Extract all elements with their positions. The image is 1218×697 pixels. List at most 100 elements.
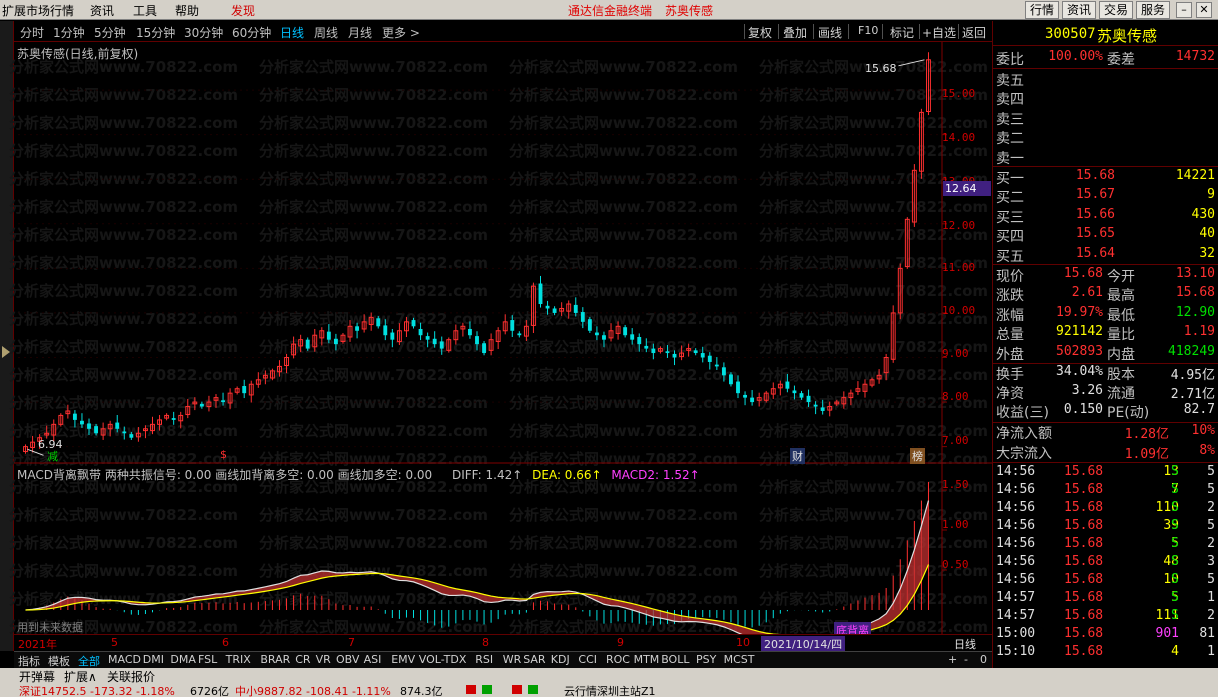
indicator-tab[interactable]: MCST xyxy=(724,653,755,666)
indicator-tab[interactable]: 全部 xyxy=(78,653,100,669)
indicator-tab[interactable]: OBV xyxy=(336,653,359,666)
indicator-tab[interactable]: WR xyxy=(503,653,522,666)
menu-discover[interactable]: 发现 xyxy=(231,2,255,19)
indicator-tab[interactable]: DMA xyxy=(170,653,196,666)
server-status[interactable]: 云行情深圳主站Z1 xyxy=(564,683,656,697)
add-watchlist-button[interactable]: +自选 xyxy=(922,24,956,41)
tick-side: S xyxy=(1171,464,1179,479)
tick-row[interactable]: 14:56 15.68 7 S 5 xyxy=(993,482,1218,500)
tick-row[interactable]: 14:56 15.68 48 S 3 xyxy=(993,554,1218,572)
mark-button[interactable]: 标记 xyxy=(890,24,914,41)
indicator-tab[interactable]: SAR xyxy=(523,653,545,666)
tick-row[interactable]: 15:10 15.68 4 1 xyxy=(993,644,1218,662)
event-marker-finance[interactable]: 财 xyxy=(790,448,805,464)
candle-body xyxy=(326,331,331,340)
indicator-tab[interactable]: PSY xyxy=(696,653,716,666)
indicator-tab[interactable]: RSI xyxy=(475,653,493,666)
sme-index[interactable]: 中小9887.82 -108.41 -1.11% xyxy=(235,683,391,697)
kline-chart-area[interactable]: 分析家公式网www.70822.com 分析家公式网www.70822.com 分析… xyxy=(9,42,992,638)
tick-row[interactable]: 14:56 15.68 13 S 5 xyxy=(993,464,1218,482)
back-button[interactable]: 返回 xyxy=(962,24,986,41)
indicator-tab[interactable]: KDJ xyxy=(551,653,570,666)
indicator-tab[interactable]: EMV xyxy=(391,653,415,666)
menu-news[interactable]: 资讯 xyxy=(90,2,114,19)
flow-label: 净流入额 xyxy=(996,426,1052,442)
indicator-tab[interactable]: MTM xyxy=(634,653,660,666)
period-60min[interactable]: 60分钟 xyxy=(232,24,271,41)
menu-extended-market[interactable]: 扩展市场行情 xyxy=(2,2,74,19)
tick-row[interactable]: 14:56 15.68 5 S 2 xyxy=(993,536,1218,554)
indicator-tab[interactable]: ROC xyxy=(606,653,630,666)
minimize-icon[interactable]: – xyxy=(1176,2,1192,18)
indicator-tab[interactable]: ASI xyxy=(364,653,382,666)
indicator-zoom-control[interactable]: 0 xyxy=(980,653,987,666)
bid-row[interactable]: 买一 15.68 14221 xyxy=(993,168,1218,187)
tick-price: 15.68 xyxy=(1064,482,1104,497)
indicator-tab[interactable]: BRAR xyxy=(260,653,290,666)
tick-row[interactable]: 14:56 15.68 10 S 5 xyxy=(993,572,1218,590)
menu-tools[interactable]: 工具 xyxy=(133,2,157,19)
tick-row[interactable]: 14:56 15.68 110 S 2 xyxy=(993,500,1218,518)
indicator-tab[interactable]: VOL-TDX xyxy=(419,653,467,666)
indicator-tab[interactable]: TRIX xyxy=(226,653,251,666)
period-intraday[interactable]: 分时 xyxy=(20,24,44,41)
indicator-tab[interactable]: BOLL xyxy=(661,653,689,666)
toolbar-divider xyxy=(882,24,883,39)
fundamental-row: 净资 3.26 流通 2.71亿 xyxy=(993,383,1218,402)
period-30min[interactable]: 30分钟 xyxy=(184,24,223,41)
indicator-zoom-control[interactable]: - xyxy=(964,653,968,666)
period-daily[interactable]: 日线 xyxy=(280,24,304,41)
tick-row[interactable]: 14:56 15.68 39 S 5 xyxy=(993,518,1218,536)
indicator-tab[interactable]: VR xyxy=(316,653,331,666)
tick-time: 14:56 xyxy=(996,554,1036,569)
indicator-tab[interactable]: FSL xyxy=(198,653,217,666)
chart-svg[interactable] xyxy=(14,42,992,638)
indicator-tab[interactable]: CR xyxy=(295,653,310,666)
candle-body xyxy=(587,319,592,331)
tick-row[interactable]: 14:57 15.68 5 S 1 xyxy=(993,590,1218,608)
period-weekly[interactable]: 周线 xyxy=(314,24,338,41)
f10-button[interactable]: F10 xyxy=(858,24,878,37)
event-marker-reduce[interactable]: 减 xyxy=(47,448,58,464)
service-button[interactable]: 服务 xyxy=(1136,1,1170,19)
promo-stock[interactable]: 苏奥传感 xyxy=(665,2,713,19)
bid-row[interactable]: 买二 15.67 9 xyxy=(993,187,1218,206)
macd-axis-label: 0.50 xyxy=(942,558,969,571)
indicator-tab[interactable]: 模板 xyxy=(48,653,70,669)
bid-row[interactable]: 买三 15.66 430 xyxy=(993,207,1218,226)
period-more[interactable]: 更多 > xyxy=(382,24,420,41)
overlay-button[interactable]: 叠加 xyxy=(783,24,807,41)
ask-label: 卖二 xyxy=(996,131,1024,148)
quote-button[interactable]: 行情 xyxy=(1025,1,1059,19)
indicator-tab[interactable]: CCI xyxy=(578,653,597,666)
tick-row[interactable]: 15:00 15.68 901 81 xyxy=(993,626,1218,644)
indicator-zoom-control[interactable]: + xyxy=(948,653,957,666)
left-collapse-strip[interactable] xyxy=(0,21,14,651)
trade-button[interactable]: 交易 xyxy=(1099,1,1133,19)
indicator-tab[interactable]: MACD xyxy=(108,653,141,666)
menu-help[interactable]: 帮助 xyxy=(175,2,199,19)
indicator-tab[interactable]: DMI xyxy=(143,653,164,666)
event-marker-rank[interactable]: 榜 xyxy=(910,448,925,464)
event-marker-dollar[interactable]: $ xyxy=(220,448,227,461)
shenzhen-index[interactable]: 深证14752.5 -173.32 -1.18% xyxy=(19,683,175,697)
expand-arrow-icon[interactable] xyxy=(2,346,10,358)
date-label: 2021年 xyxy=(18,638,57,651)
period-1min[interactable]: 1分钟 xyxy=(53,24,85,41)
period-15min[interactable]: 15分钟 xyxy=(136,24,175,41)
price-axis-label: 10.00 xyxy=(942,304,976,317)
promo-terminal[interactable]: 通达信金融终端 xyxy=(568,2,652,19)
macd-indicator-name[interactable]: MACD背离飘带 xyxy=(17,468,101,482)
period-5min[interactable]: 5分钟 xyxy=(94,24,126,41)
bid-row[interactable]: 买四 15.65 40 xyxy=(993,226,1218,245)
news-button[interactable]: 资讯 xyxy=(1062,1,1096,19)
period-monthly[interactable]: 月线 xyxy=(348,24,372,41)
flow-row: 大宗流入 1.09亿 8% xyxy=(993,443,1218,462)
adjust-button[interactable]: 复权 xyxy=(748,24,772,41)
tick-row[interactable]: 14:57 15.68 111 S 2 xyxy=(993,608,1218,626)
draw-line-button[interactable]: 画线 xyxy=(818,24,842,41)
close-icon[interactable]: ✕ xyxy=(1196,2,1212,18)
bid-row[interactable]: 买五 15.64 32 xyxy=(993,246,1218,265)
macd-axis-label: 1.00 xyxy=(942,518,969,531)
indicator-tab[interactable]: 指标 xyxy=(18,653,40,669)
